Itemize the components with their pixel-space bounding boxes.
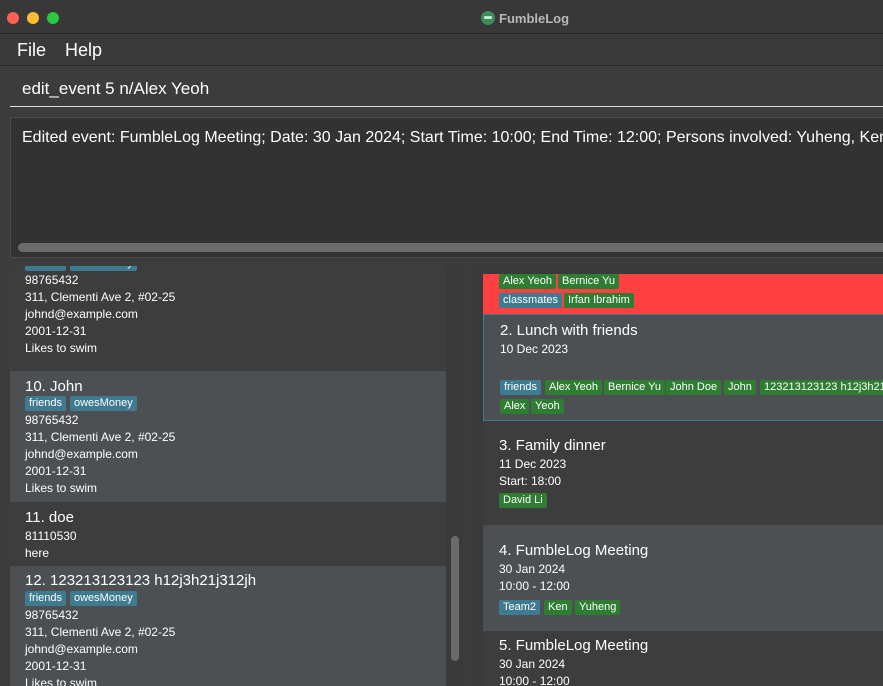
person-birthday: 2001-12-31 [25,464,87,478]
person-tag: owesMoney [70,266,137,271]
event-person-tag: Alex Yeoh [499,274,556,289]
person-remark: here [25,546,50,560]
event-person-tag: Yeoh [531,399,564,414]
event-person-tag: Yuheng [575,600,621,615]
menu-bar: File Help [0,34,883,66]
person-birthday: 2001-12-31 [25,324,87,338]
event-group-tag: classmates [499,293,563,308]
person-card[interactable]: friends owesMoney 98765432 311, Clementi… [10,266,446,371]
person-phone: 98765432 [25,413,79,427]
event-time: 10:00 - 12:00 [499,579,570,593]
event-name: 3. Family dinner [499,437,606,454]
person-address: 311, Clementi Ave 2, #02-25 [25,290,176,304]
event-card[interactable]: 4. FumbleLog Meeting 30 Jan 2024 10:00 -… [483,525,883,631]
person-card[interactable]: 11. doe 81110530 here [10,502,446,566]
menu-help[interactable]: Help [65,40,102,61]
event-date: 10 Dec 2023 [500,342,569,356]
event-time: Start: 18:00 [499,474,562,488]
person-email: johnd@example.com [25,642,138,656]
command-area: edit_event 5 n/Alex Yeoh [0,67,883,110]
person-tag: owesMoney [70,591,137,606]
event-person-tag: Bernice Yu [558,274,620,289]
person-remark: Likes to swim [25,676,98,686]
event-person-tag: John [724,380,756,395]
fumblelog-window: FumbleLog File Help edit_event 5 n/Alex … [0,0,883,686]
person-email: johnd@example.com [25,447,138,461]
event-person-tag: Bernice Yu [604,380,666,395]
minimize-window-button[interactable] [27,12,39,24]
person-tag: friends [25,591,67,606]
event-name: 5. FumbleLog Meeting [499,637,649,654]
event-card[interactable]: 3. Family dinner 11 Dec 2023 Start: 18:0… [483,421,883,525]
close-window-button[interactable] [7,12,19,24]
person-name: 12. 123213123123 h12j3h21j312jh [25,572,257,589]
event-person-tag: David Li [499,493,547,508]
person-phone: 81110530 [25,529,77,543]
event-person-tag: 123213123123 h12j3h21j312jh [760,380,883,395]
event-group-tag: friends [500,380,542,395]
person-tag: owesMoney [70,396,137,411]
person-tag: friends [25,396,67,411]
person-list-scroll-thumb[interactable] [451,536,459,661]
event-date: 30 Jan 2024 [499,562,566,576]
person-tag: friends [25,266,67,271]
event-date: 30 Jan 2024 [499,657,566,671]
person-name: 11. doe [25,509,74,526]
title-bar: FumbleLog [0,0,883,34]
person-list-panel: friends owesMoney 98765432 311, Clementi… [10,266,463,686]
event-person-tag: Alex [500,399,530,414]
person-email: johnd@example.com [25,307,138,321]
event-name: 2. Lunch with friends [500,322,638,339]
person-name: 10. John [25,378,83,395]
person-card[interactable]: 10. John friends owesMoney 98765432 311,… [10,371,446,502]
event-time: 10:00 - 12:00 [499,674,570,686]
command-input-text: edit_event 5 n/Alex Yeoh [22,79,210,98]
event-card-selected[interactable]: 2. Lunch with friends 10 Dec 2023 friend… [483,314,883,421]
window-title-group: FumbleLog [481,10,569,26]
person-remark: Likes to swim [25,341,98,355]
result-display: Edited event: FumbleLog Meeting; Date: 3… [10,117,883,258]
event-person-tag: Alex Yeoh [545,380,602,395]
result-horizontal-scrollbar[interactable] [18,243,883,252]
event-group-tag: Team2 [499,600,541,615]
menu-file[interactable]: File [17,40,46,61]
event-card[interactable]: 5. FumbleLog Meeting 30 Jan 2024 10:00 -… [483,631,883,686]
app-logo-icon [481,11,495,25]
result-message: Edited event: FumbleLog Meeting; Date: 3… [22,129,883,146]
maximize-window-button[interactable] [47,12,59,24]
window-title: FumbleLog [499,10,570,26]
person-remark: Likes to swim [25,481,98,495]
person-phone: 98765432 [25,273,79,287]
event-list-panel: Alex Yeoh Bernice Yu classmates Irfan Ib… [473,266,883,686]
person-address: 311, Clementi Ave 2, #02-25 [25,625,176,639]
event-person-tag: John Doe [666,380,722,395]
event-date: 11 Dec 2023 [499,457,567,471]
event-person-tag: Irfan Ibrahim [564,293,634,308]
event-card[interactable]: Alex Yeoh Bernice Yu classmates Irfan Ib… [483,274,883,314]
event-person-tag: Ken [544,600,572,615]
person-card[interactable]: 12. 123213123123 h12j3h21j312jh friends … [10,566,446,686]
person-phone: 98765432 [25,608,79,622]
command-input[interactable]: edit_event 5 n/Alex Yeoh [10,71,883,107]
person-address: 311, Clementi Ave 2, #02-25 [25,430,176,444]
person-birthday: 2001-12-31 [25,659,87,673]
event-name: 4. FumbleLog Meeting [499,542,649,559]
